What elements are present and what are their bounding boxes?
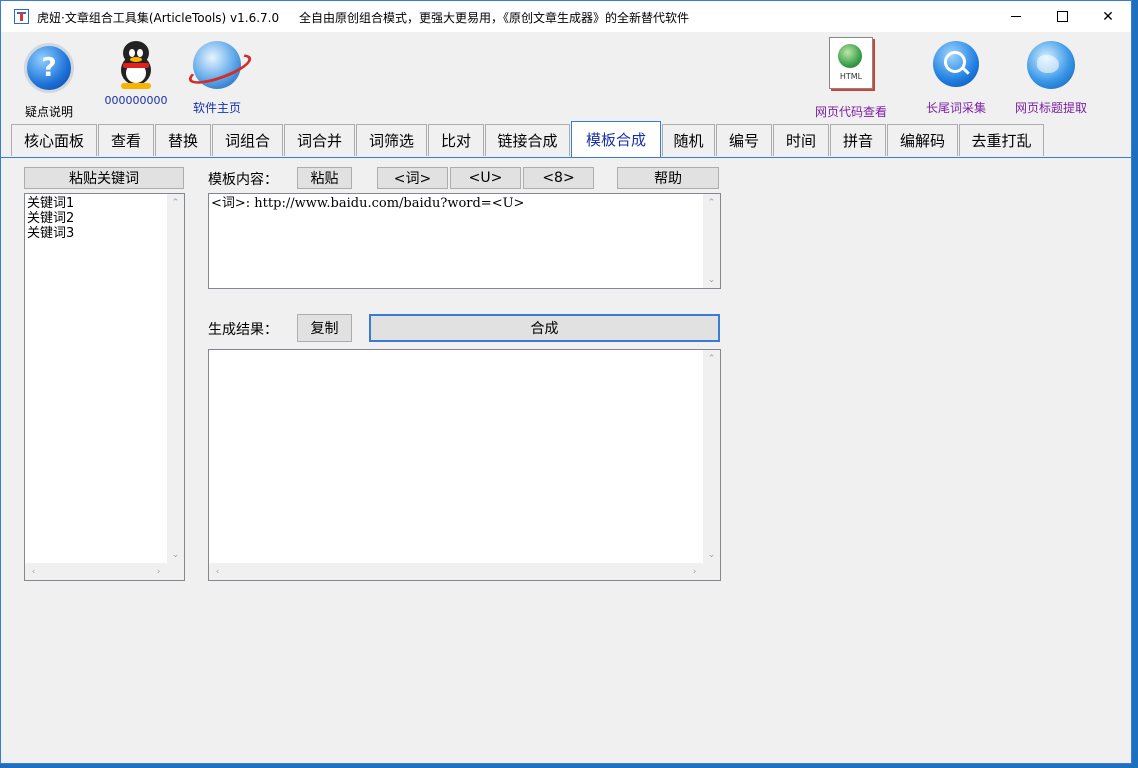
window-title: 虎妞·文章组合工具集(ArticleTools) v1.6.7.0 xyxy=(37,11,280,25)
html-view-tool[interactable]: HTML 网页代码查看 xyxy=(813,37,889,120)
tab-numbering[interactable]: 编号 xyxy=(716,124,772,156)
html-icon: HTML xyxy=(829,37,873,89)
keywords-vscroll[interactable]: ⌃ ⌄ xyxy=(167,194,184,563)
close-button[interactable]: ✕ xyxy=(1085,1,1131,32)
list-item: 关键词1 xyxy=(27,196,75,211)
scroll-up-icon[interactable]: ⌃ xyxy=(703,194,720,211)
tab-view[interactable]: 查看 xyxy=(98,124,154,156)
tab-replace[interactable]: 替换 xyxy=(155,124,211,156)
insert-word-button[interactable]: <词> xyxy=(377,167,448,189)
help-tool[interactable]: ? 疑点说明 xyxy=(21,39,77,120)
title-bar[interactable]: 虎妞·文章组合工具集(ArticleTools) v1.6.7.0 全自由原创组… xyxy=(1,1,1131,32)
globe-icon xyxy=(185,41,255,90)
qq-tool[interactable]: 000000000 xyxy=(104,39,168,107)
tab-compare[interactable]: 比对 xyxy=(428,124,484,156)
help-button[interactable]: 帮助 xyxy=(617,167,719,189)
scroll-down-icon[interactable]: ⌄ xyxy=(703,271,720,288)
scroll-down-icon[interactable]: ⌄ xyxy=(167,546,184,563)
tab-encode-decode[interactable]: 编解码 xyxy=(887,124,958,156)
help-tool-label: 疑点说明 xyxy=(24,105,73,119)
result-label: 生成结果： xyxy=(208,322,278,338)
paste-template-button[interactable]: 粘贴 xyxy=(297,167,352,189)
html-view-tool-label: 网页代码查看 xyxy=(814,105,887,119)
homepage-tool[interactable]: 软件主页 xyxy=(185,39,255,116)
compose-button[interactable]: 合成 xyxy=(369,314,720,342)
longtail-tool-label: 长尾词采集 xyxy=(925,101,986,115)
template-label: 模板内容： xyxy=(208,172,278,188)
paste-keywords-button[interactable]: 粘贴关键词 xyxy=(24,167,184,189)
window-subtitle: 全自由原创组合模式，更强大更易用，《原创文章生成器》的全新替代软件 xyxy=(299,11,690,25)
tab-link-compose[interactable]: 链接合成 xyxy=(485,124,570,156)
template-textarea[interactable]: <词>: http://www.baidu.com/baidu?word=<U>… xyxy=(208,193,721,289)
title-extract-tool-label: 网页标题提取 xyxy=(1014,101,1087,115)
keywords-hscroll[interactable]: ‹ › xyxy=(25,563,184,580)
tab-pinyin[interactable]: 拼音 xyxy=(830,124,886,156)
qq-tool-label: 000000000 xyxy=(104,94,168,107)
template-vscroll[interactable]: ⌃ ⌄ xyxy=(703,194,720,288)
tab-word-merge[interactable]: 词合并 xyxy=(284,124,355,156)
scroll-left-icon[interactable]: ‹ xyxy=(25,563,42,580)
insert-8-button[interactable]: <8> xyxy=(523,167,594,189)
main-window: 虎妞·文章组合工具集(ArticleTools) v1.6.7.0 全自由原创组… xyxy=(0,0,1132,764)
toolbar: ? 疑点说明 000000000 软件主页 HTML 网页代码查看 长尾词采集 … xyxy=(1,32,1131,120)
result-vscroll[interactable]: ⌃ ⌄ xyxy=(703,350,720,563)
tab-word-combine[interactable]: 词组合 xyxy=(212,124,283,156)
scroll-down-icon[interactable]: ⌄ xyxy=(703,546,720,563)
tab-time[interactable]: 时间 xyxy=(773,124,829,156)
keywords-list[interactable]: 关键词1 关键词2 关键词3 ⌃ ⌄ ‹ › xyxy=(24,193,185,581)
tab-content-template: 粘贴关键词 关键词1 关键词2 关键词3 ⌃ ⌄ ‹ › 模板内容： 粘贴 <词… xyxy=(1,157,1131,763)
close-icon: ✕ xyxy=(1102,8,1114,25)
copy-result-button[interactable]: 复制 xyxy=(297,314,352,342)
title-extract-tool[interactable]: 网页标题提取 xyxy=(1011,39,1091,116)
insert-u-button[interactable]: <U> xyxy=(450,167,521,189)
homepage-tool-label: 软件主页 xyxy=(192,101,241,115)
scroll-up-icon[interactable]: ⌃ xyxy=(167,194,184,211)
longtail-tool[interactable]: 长尾词采集 xyxy=(921,39,991,116)
scroll-right-icon[interactable]: › xyxy=(150,563,167,580)
help-icon: ? xyxy=(24,43,74,93)
web-globe-icon xyxy=(1027,41,1075,89)
result-textarea[interactable]: ⌃ ⌄ ‹ › xyxy=(208,349,721,581)
tab-random[interactable]: 随机 xyxy=(662,124,715,156)
maximize-button[interactable] xyxy=(1039,1,1085,32)
tab-word-filter[interactable]: 词筛选 xyxy=(356,124,427,156)
result-hscroll[interactable]: ‹ › xyxy=(209,563,720,580)
minimize-icon xyxy=(1011,16,1021,17)
template-content: <词>: http://www.baidu.com/baidu?word=<U> xyxy=(211,196,525,211)
scroll-left-icon[interactable]: ‹ xyxy=(209,563,226,580)
qq-icon xyxy=(115,41,157,89)
tab-dedupe-shuffle[interactable]: 去重打乱 xyxy=(959,124,1044,156)
list-item: 关键词2 xyxy=(27,211,75,226)
tab-strip: 核心面板 查看 替换 词组合 词合并 词筛选 比对 链接合成 模板合成 随机 编… xyxy=(1,120,1131,158)
search-icon xyxy=(933,41,979,87)
list-item: 关键词3 xyxy=(27,226,75,241)
app-icon xyxy=(14,9,29,24)
minimize-button[interactable] xyxy=(993,1,1039,32)
tab-template-compose[interactable]: 模板合成 xyxy=(571,121,661,157)
scroll-right-icon[interactable]: › xyxy=(686,563,703,580)
maximize-icon xyxy=(1056,11,1068,22)
tab-core[interactable]: 核心面板 xyxy=(11,124,97,156)
scroll-up-icon[interactable]: ⌃ xyxy=(703,350,720,367)
